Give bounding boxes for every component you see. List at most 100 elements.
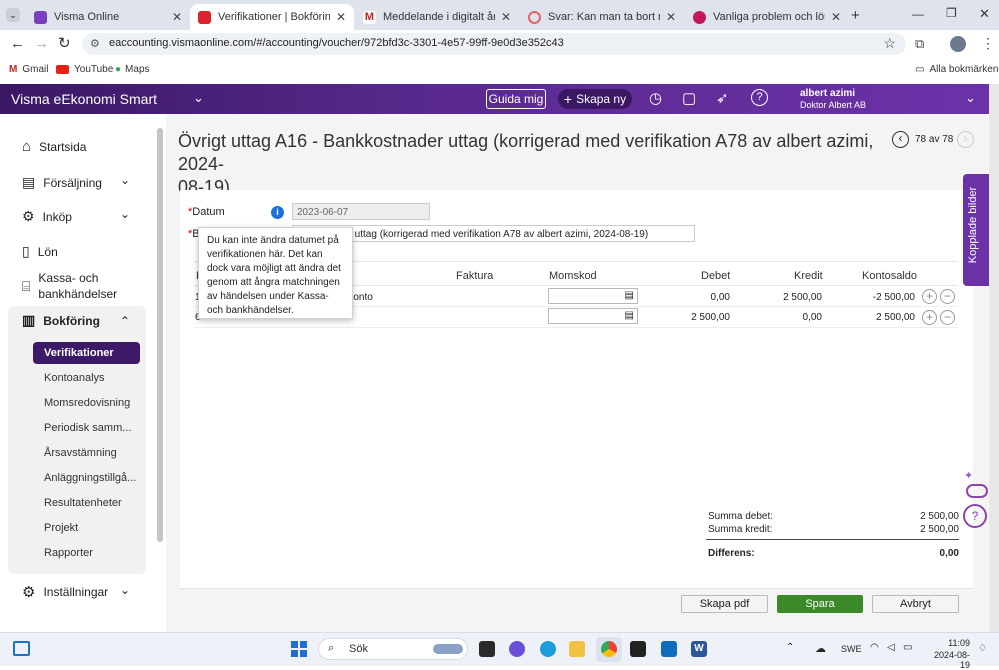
timer-icon[interactable]: ◷ xyxy=(649,89,662,107)
profile-avatar[interactable] xyxy=(950,36,966,52)
sidebar-item-bokforing[interactable]: ▥ Bokföring xyxy=(22,312,100,329)
browser-tab-active[interactable]: Verifikationer | Bokföring ✕ xyxy=(190,4,354,30)
sidebar-item-kassa[interactable]: ⌸ Kassa- och bankhändelser xyxy=(22,270,117,302)
row1-momskod-field[interactable]: ▤ xyxy=(548,288,638,304)
sidebar-subitem-anlaggning[interactable]: Anläggningstillgå... xyxy=(44,472,136,484)
tray-chevron-icon[interactable]: ⌃ xyxy=(786,642,794,653)
mail-icon[interactable] xyxy=(661,641,677,657)
reload-icon[interactable]: ↻ xyxy=(58,34,71,52)
bookmark-gmail[interactable]: M Gmail xyxy=(9,64,48,75)
window-close-icon[interactable]: ✕ xyxy=(979,6,990,22)
bookmark-youtube[interactable]: YouTube xyxy=(56,64,113,75)
forward-icon[interactable]: → xyxy=(34,35,49,52)
windows-start-icon[interactable] xyxy=(291,641,307,657)
lookup-icon[interactable]: ▤ xyxy=(625,290,634,301)
sidebar-item-inkop[interactable]: ⚙ Inköp xyxy=(22,208,72,225)
battery-icon[interactable]: ▭ xyxy=(903,642,912,653)
remove-row-icon[interactable]: − xyxy=(940,289,955,304)
date-field[interactable]: 2023-06-07 xyxy=(292,203,430,220)
row2-debet[interactable]: 2 500,00 xyxy=(650,312,730,323)
file-explorer-icon[interactable] xyxy=(569,641,585,657)
sidebar-item-forsaljning[interactable]: ▤ Försäljning xyxy=(22,174,102,191)
chevron-down-icon[interactable]: ⌄ xyxy=(120,583,130,597)
next-voucher-button[interactable]: › xyxy=(957,131,974,148)
brand-chevron-icon[interactable]: ⌄ xyxy=(193,90,204,106)
sidebar-subitem-resultatenheter[interactable]: Resultatenheter xyxy=(44,497,122,509)
store-icon[interactable] xyxy=(630,641,646,657)
back-icon[interactable]: ← xyxy=(10,35,25,52)
close-icon[interactable]: ✕ xyxy=(831,10,841,24)
extensions-icon[interactable]: ⧉ xyxy=(915,36,924,52)
clock-date[interactable]: 2024-08-19 xyxy=(924,650,970,670)
new-tab-icon[interactable]: + xyxy=(851,7,860,24)
edge-icon[interactable] xyxy=(540,641,556,657)
bookmark-star-icon[interactable]: ☆ xyxy=(883,35,896,52)
restore-icon[interactable]: ❐ xyxy=(946,6,957,20)
create-pdf-button[interactable]: Skapa pdf xyxy=(681,595,768,613)
wifi-icon[interactable]: ◠ xyxy=(870,642,879,653)
sidebar-subitem-momsredovisning[interactable]: Momsredovisning xyxy=(44,397,130,409)
taskbar-search[interactable]: ⌕ Sök xyxy=(318,638,468,660)
sidebar-scrollbar[interactable] xyxy=(157,128,163,542)
company-name[interactable]: Doktor Albert AB xyxy=(800,100,866,110)
word-icon[interactable]: W xyxy=(691,641,707,657)
sidebar-item-startsida[interactable]: ⌂ Startsida xyxy=(22,138,86,155)
all-bookmarks[interactable]: ▭ Alla bokmärken xyxy=(915,64,998,75)
sidebar-subitem-rapporter[interactable]: Rapporter xyxy=(44,547,93,559)
menu-icon[interactable]: ⋮ xyxy=(981,35,995,52)
sidebar-subitem-arsavstamning[interactable]: Årsavstämning xyxy=(44,447,117,459)
language-indicator[interactable]: SWE xyxy=(841,644,862,654)
browser-tab[interactable]: Vanliga problem och lösningar✕ xyxy=(685,4,849,30)
info-icon[interactable]: i xyxy=(271,206,284,219)
browser-tab[interactable]: Svar: Kan man ta bort räkenska✕ xyxy=(520,4,684,30)
prev-voucher-button[interactable]: ‹ xyxy=(892,131,909,148)
save-button[interactable]: Spara xyxy=(777,595,863,613)
page-scrollbar[interactable] xyxy=(989,84,999,632)
user-name[interactable]: albert azimi xyxy=(800,88,855,99)
linked-images-tab[interactable]: Kopplade bilder xyxy=(963,174,989,286)
volume-icon[interactable]: ◁ xyxy=(887,642,895,653)
chevron-up-icon[interactable]: ⌃ xyxy=(120,314,130,328)
user-menu-chevron-icon[interactable]: ⌄ xyxy=(965,90,976,106)
browser-tab[interactable]: M Meddelande i digitalt årsredov✕ xyxy=(355,4,519,30)
task-view-icon[interactable] xyxy=(479,641,495,657)
tab-search-icon[interactable]: ⌄ xyxy=(6,8,20,22)
onedrive-icon[interactable]: ☁ xyxy=(815,642,826,655)
rocket-icon[interactable]: ➶ xyxy=(716,89,729,107)
bookmark-maps[interactable]: ● Maps xyxy=(115,64,150,75)
sidebar-subitem-verifikationer[interactable]: Verifikationer xyxy=(44,347,114,359)
chrome-icon[interactable] xyxy=(601,641,617,657)
browser-tab[interactable]: Visma Online ✕ xyxy=(26,4,190,30)
app-brand[interactable]: Visma eEkonomi Smart xyxy=(11,91,157,107)
assistant-icon[interactable] xyxy=(966,484,988,498)
row2-momskod-field[interactable]: ▤ xyxy=(548,308,638,324)
create-new-button[interactable]: + Skapa ny xyxy=(558,89,632,109)
chat-icon[interactable]: ▢ xyxy=(682,89,696,107)
chevron-down-icon[interactable]: ⌄ xyxy=(120,207,130,221)
notifications-icon[interactable]: ♢ xyxy=(978,643,987,654)
help-icon[interactable]: ? xyxy=(751,89,768,106)
lookup-icon[interactable]: ▤ xyxy=(625,310,634,321)
sidebar-subitem-periodisk[interactable]: Periodisk samm... xyxy=(44,422,131,434)
widgets-icon[interactable] xyxy=(13,641,30,656)
row1-debet[interactable]: 0,00 xyxy=(650,292,730,303)
teams-icon[interactable] xyxy=(509,641,525,657)
row2-kredit[interactable]: 0,00 xyxy=(742,312,822,323)
add-row-icon[interactable]: + xyxy=(922,289,937,304)
close-icon[interactable]: ✕ xyxy=(172,10,182,24)
close-icon[interactable]: ✕ xyxy=(336,10,346,24)
cancel-button[interactable]: Avbryt xyxy=(872,595,959,613)
guide-button[interactable]: Guida mig xyxy=(486,89,546,109)
site-info-icon[interactable]: ⚙ xyxy=(90,37,100,50)
close-icon[interactable]: ✕ xyxy=(666,10,676,24)
minimize-icon[interactable]: — xyxy=(912,7,924,21)
help-assistant-icon[interactable]: ? xyxy=(963,504,987,528)
sidebar-item-lon[interactable]: ▯ Lön xyxy=(22,243,58,260)
sidebar-subitem-projekt[interactable]: Projekt xyxy=(44,522,78,534)
clock-time[interactable]: 11:09 xyxy=(924,638,970,648)
row1-kredit[interactable]: 2 500,00 xyxy=(742,292,822,303)
sidebar-item-installningar[interactable]: ⚙ Inställningar xyxy=(22,583,108,601)
url-field[interactable]: ⚙ eaccounting.vismaonline.com/#/accounti… xyxy=(82,33,906,55)
close-icon[interactable]: ✕ xyxy=(501,10,511,24)
remove-row-icon[interactable]: − xyxy=(940,310,955,325)
